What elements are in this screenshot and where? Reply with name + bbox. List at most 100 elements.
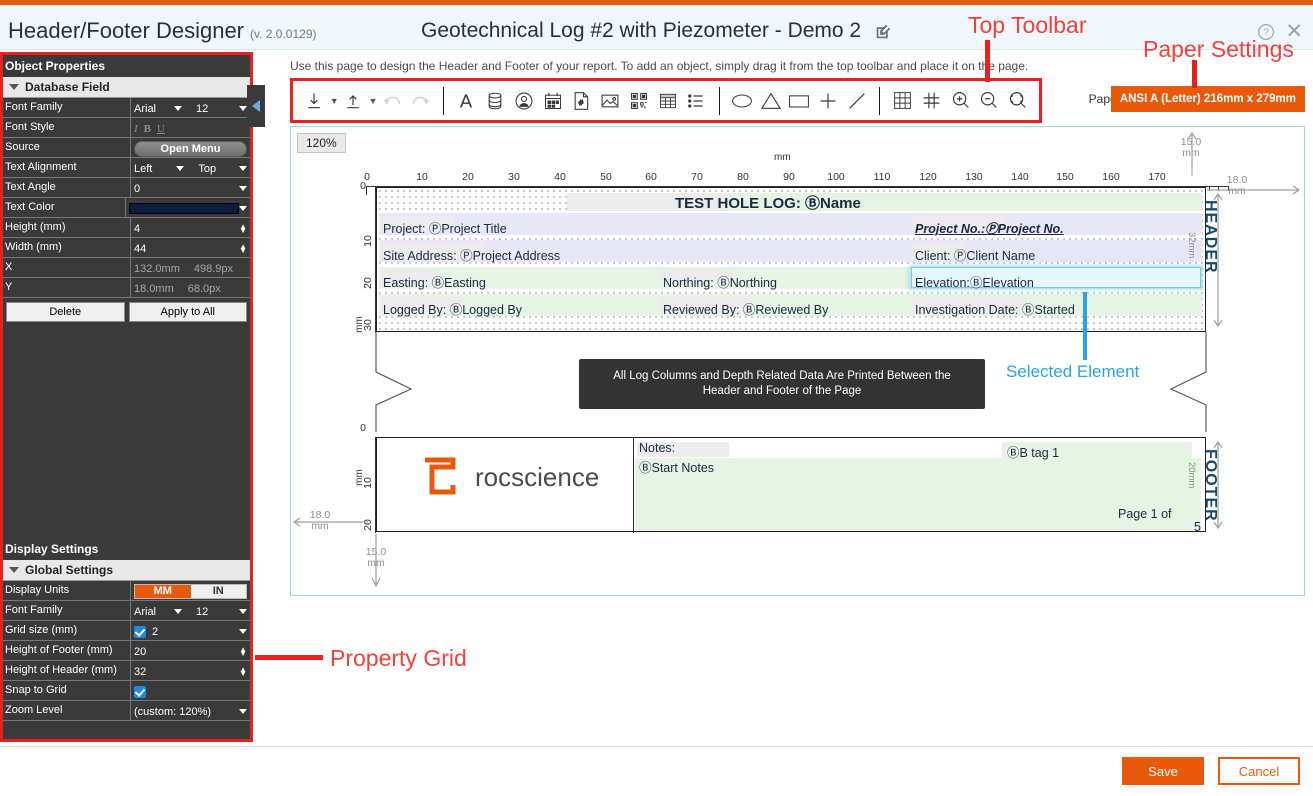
- spinner-icon[interactable]: ▲ ▼: [239, 222, 247, 234]
- field-reviewed-by[interactable]: Reviewed By: ⒷReviewed By: [663, 299, 828, 318]
- chevron-down-icon[interactable]: [239, 206, 247, 211]
- chevron-down-icon[interactable]: [239, 629, 247, 634]
- setting-row-snap-to-grid[interactable]: Snap to Grid: [3, 681, 250, 701]
- text-color-swatch[interactable]: [129, 203, 239, 214]
- database-field-group-header[interactable]: Database Field: [3, 77, 250, 98]
- database-field-icon[interactable]: [482, 86, 509, 116]
- prop-row-text-angle[interactable]: Text Angle 0: [3, 178, 250, 198]
- text-icon[interactable]: A: [453, 86, 480, 116]
- prop-row-width[interactable]: Width (mm) 44 ▲ ▼: [3, 238, 250, 258]
- units-mm-option[interactable]: MM: [135, 585, 191, 598]
- undo-icon[interactable]: [379, 86, 406, 116]
- setting-value[interactable]: (custom: 120%): [131, 701, 250, 720]
- setting-value[interactable]: [131, 681, 250, 700]
- prop-row-height[interactable]: Height (mm) 4 ▲ ▼: [3, 218, 250, 238]
- units-toggle[interactable]: MM IN: [134, 584, 247, 599]
- grid-size-checkbox[interactable]: [134, 625, 146, 638]
- field-northing[interactable]: Northing: ⒷNorthing: [663, 272, 777, 291]
- prop-value[interactable]: Arial 12: [131, 98, 250, 117]
- date-field-icon[interactable]: [539, 86, 566, 116]
- prop-row-text-color[interactable]: Text Color: [3, 198, 250, 218]
- delete-button[interactable]: Delete: [6, 302, 125, 322]
- ellipse-icon[interactable]: [729, 86, 756, 116]
- prop-row-font-family[interactable]: Font Family Arial 12: [3, 98, 250, 118]
- chevron-down-icon[interactable]: [239, 609, 247, 614]
- setting-value[interactable]: 20 ▲ ▼: [131, 641, 250, 660]
- prop-value[interactable]: [126, 198, 250, 217]
- chevron-down-icon[interactable]: [239, 186, 247, 191]
- import-dropdown-caret[interactable]: ▼: [330, 96, 339, 106]
- prop-value[interactable]: Left Top: [131, 158, 250, 177]
- setting-row-zoom-level[interactable]: Zoom Level (custom: 120%): [3, 701, 250, 721]
- field-test-hole-log[interactable]: TEST HOLE LOG: ⒷName: [675, 192, 861, 213]
- zoom-fit-icon[interactable]: [1004, 86, 1031, 116]
- italic-button[interactable]: I: [134, 123, 138, 135]
- snap-icon[interactable]: [918, 86, 945, 116]
- field-project[interactable]: Project: ⓅProject Title: [383, 218, 507, 237]
- setting-row-header-height[interactable]: Height of Header (mm) 32 ▲ ▼: [3, 661, 250, 681]
- global-settings-group-header[interactable]: Global Settings: [3, 560, 250, 581]
- prop-value[interactable]: I B U: [131, 118, 250, 137]
- save-button[interactable]: Save: [1122, 757, 1204, 785]
- prop-row-source[interactable]: Source Open Menu: [3, 138, 250, 158]
- prop-row-text-alignment[interactable]: Text Alignment Left Top: [3, 158, 250, 178]
- setting-value[interactable]: 2: [131, 621, 250, 640]
- field-project-no[interactable]: Project No.:ⓅProject No.: [915, 218, 1064, 237]
- field-client[interactable]: Client: ⓅClient Name: [915, 245, 1035, 264]
- footer-page-area[interactable]: Notes: ⒷStart Notes ⒷB tag 1 Page 1 of 5…: [376, 437, 1206, 534]
- open-menu-button[interactable]: Open Menu: [134, 140, 247, 157]
- table-icon[interactable]: [654, 86, 681, 116]
- spinner-icon[interactable]: ▲ ▼: [239, 665, 247, 677]
- field-start-notes[interactable]: ⒷStart Notes: [639, 457, 714, 476]
- setting-row-grid-size[interactable]: Grid size (mm) 2: [3, 621, 250, 641]
- grid-icon[interactable]: [889, 86, 916, 116]
- prop-value[interactable]: 0: [131, 178, 250, 197]
- snap-to-grid-checkbox[interactable]: [134, 685, 146, 698]
- chevron-down-icon[interactable]: [176, 166, 185, 171]
- prop-value[interactable]: 44 ▲ ▼: [131, 238, 250, 257]
- setting-value[interactable]: 32 ▲ ▼: [131, 661, 250, 680]
- cancel-button[interactable]: Cancel: [1218, 757, 1300, 785]
- bold-button[interactable]: B: [144, 123, 151, 135]
- field-site-address[interactable]: Site Address: ⓅProject Address: [383, 245, 560, 264]
- export-icon[interactable]: [340, 86, 367, 116]
- chevron-down-icon[interactable]: [239, 166, 247, 171]
- field-investigation-date[interactable]: Investigation Date: ⒷStarted: [915, 299, 1075, 318]
- qr-code-icon[interactable]: [625, 86, 652, 116]
- zoom-in-icon[interactable]: [947, 86, 974, 116]
- field-notes-label[interactable]: Notes:: [639, 441, 675, 455]
- spinner-icon[interactable]: ▲ ▼: [239, 242, 247, 254]
- prop-value[interactable]: 4 ▲ ▼: [131, 218, 250, 237]
- panel-collapse-button[interactable]: [247, 85, 265, 127]
- field-logged-by[interactable]: Logged By: ⒷLogged By: [383, 299, 522, 318]
- field-page-total[interactable]: 5: [1194, 520, 1201, 534]
- chevron-down-icon[interactable]: [174, 609, 183, 614]
- spinner-icon[interactable]: ▲ ▼: [239, 645, 247, 657]
- setting-row-display-units[interactable]: Display Units MM IN: [3, 581, 250, 601]
- page-number-icon[interactable]: #: [568, 86, 595, 116]
- list-icon[interactable]: [683, 86, 710, 116]
- image-icon[interactable]: [597, 86, 624, 116]
- chevron-down-icon[interactable]: [239, 106, 247, 111]
- chevron-down-icon[interactable]: [174, 106, 183, 111]
- header-page-area[interactable]: TEST HOLE LOG: ⒷName Project: ⓅProject T…: [376, 187, 1206, 332]
- setting-value[interactable]: MM IN: [131, 581, 250, 600]
- field-easting[interactable]: Easting: ⒷEasting: [383, 272, 486, 291]
- field-page-of[interactable]: Page 1 of: [1118, 507, 1172, 521]
- triangle-icon[interactable]: [757, 86, 784, 116]
- chevron-down-icon[interactable]: [239, 709, 247, 714]
- field-elevation[interactable]: Elevation:ⒷElevation: [915, 272, 1034, 291]
- redo-icon[interactable]: [407, 86, 434, 116]
- export-dropdown-caret[interactable]: ▼: [369, 96, 378, 106]
- line-icon[interactable]: [844, 86, 871, 116]
- design-canvas[interactable]: 120% mm 0 10 20 30 40 50 60 70 80 90 100…: [290, 126, 1305, 596]
- zoom-out-icon[interactable]: [975, 86, 1002, 116]
- cross-icon[interactable]: [815, 86, 842, 116]
- setting-row-font-family[interactable]: Font Family Arial 12: [3, 601, 250, 621]
- prop-row-font-style[interactable]: Font Style I B U: [3, 118, 250, 138]
- paper-settings-button[interactable]: ANSI A (Letter) 216mm x 279mm: [1110, 86, 1305, 112]
- units-in-option[interactable]: IN: [190, 585, 246, 598]
- setting-value[interactable]: Arial 12: [131, 601, 250, 620]
- rectangle-icon[interactable]: [786, 86, 813, 116]
- prop-value[interactable]: Open Menu: [131, 138, 250, 157]
